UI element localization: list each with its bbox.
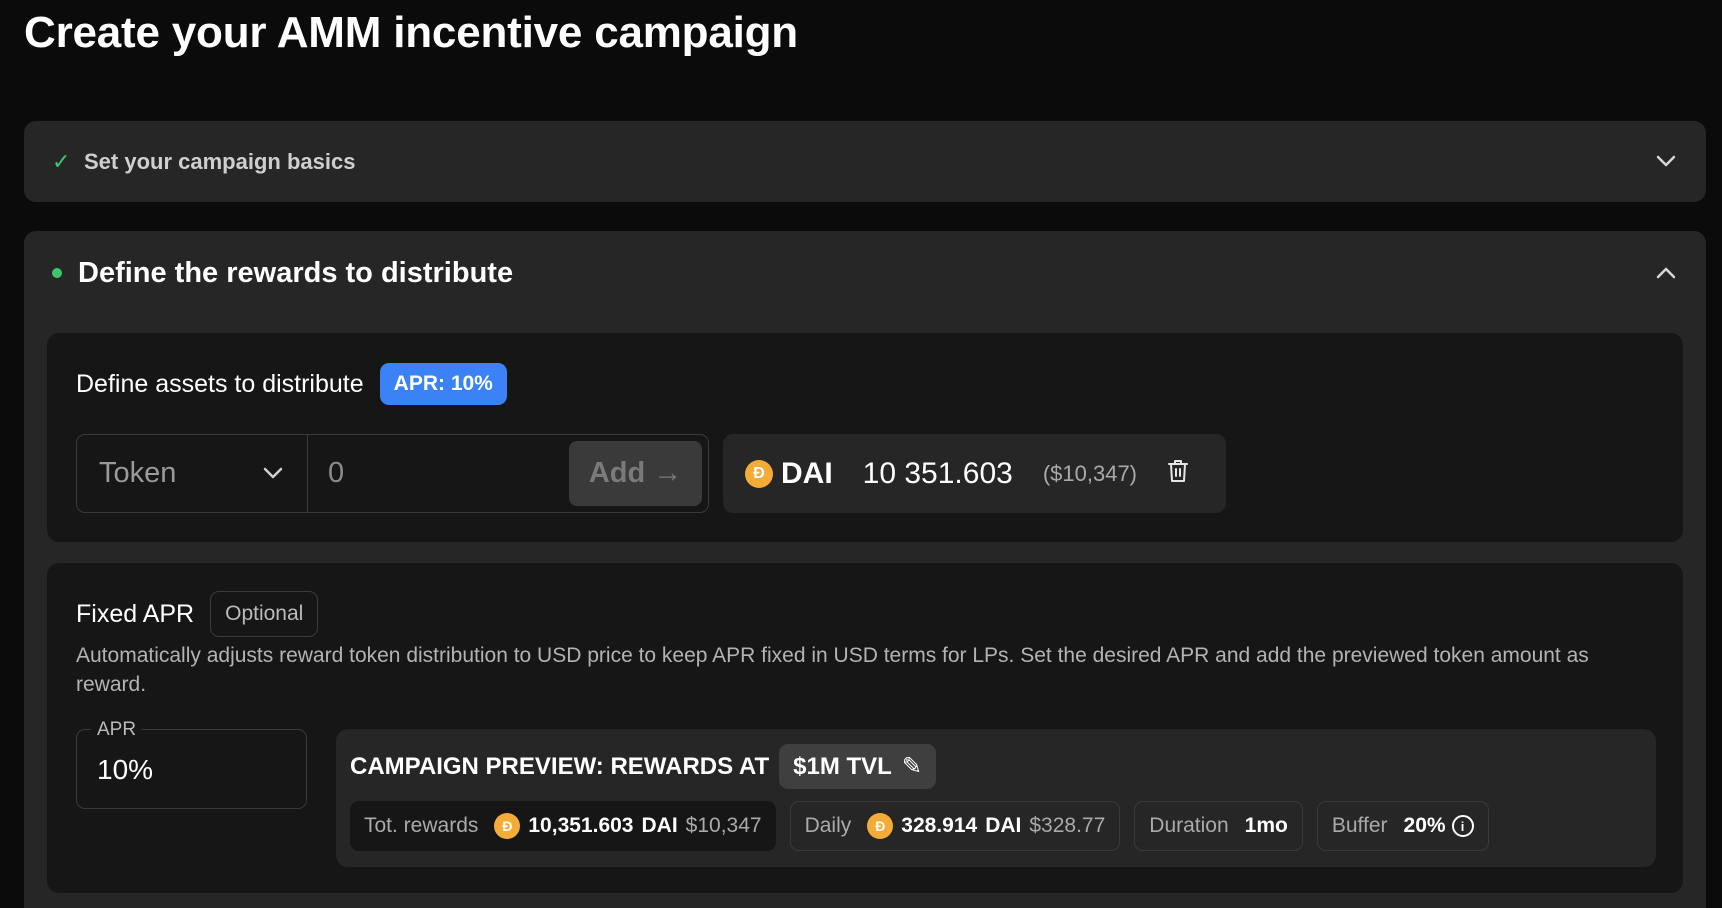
add-button-label: Add: [588, 457, 646, 489]
fixed-apr-panel: Fixed APR Optional Automatically adjusts…: [47, 563, 1683, 893]
fixed-apr-header: Fixed APR Optional: [76, 591, 319, 637]
campaign-preview-header: CAMPAIGN PREVIEW: REWARDS AT $1M TVL ✎: [350, 744, 936, 789]
reward-token-symbol: DAI: [781, 456, 833, 490]
campaign-preview: CAMPAIGN PREVIEW: REWARDS AT $1M TVL ✎ T…: [336, 729, 1656, 867]
tvl-value: $1M TVL: [793, 752, 892, 780]
stat-label: Tot. rewards: [364, 814, 479, 837]
stat-unit: DAI: [641, 814, 678, 837]
trash-icon[interactable]: [1167, 459, 1189, 489]
stat-value: 1mo: [1244, 814, 1288, 837]
stat-usd: $10,347: [685, 814, 762, 837]
active-step-dot: [52, 268, 62, 278]
stat-daily: Daily Đ 328.914 DAI $328.77: [789, 801, 1121, 851]
campaign-preview-title: CAMPAIGN PREVIEW: REWARDS AT: [350, 752, 770, 780]
apr-input-value[interactable]: 10%: [97, 754, 153, 786]
stat-label: Daily: [804, 814, 852, 837]
check-icon: ✓: [52, 148, 71, 174]
reward-token-amount: 10 351.603: [862, 456, 1013, 490]
step-campaign-basics[interactable]: ✓ Set your campaign basics: [24, 121, 1706, 202]
apr-input-label: APR: [91, 719, 143, 741]
token-input-group: Token 0 Add →: [76, 434, 709, 513]
stat-label: Duration: [1149, 814, 1229, 837]
token-select[interactable]: Token: [77, 435, 308, 512]
arrow-right-icon: →: [653, 457, 683, 489]
apr-badge: APR: 10%: [379, 363, 507, 405]
reward-token-chip: Đ DAI 10 351.603 ($10,347): [723, 434, 1226, 513]
stat-unit: DAI: [985, 814, 1022, 837]
stat-buffer: Buffer 20% i: [1316, 801, 1489, 851]
apr-input-field[interactable]: APR 10%: [76, 719, 307, 809]
chevron-up-icon[interactable]: [1654, 262, 1678, 285]
chevron-down-icon: [261, 462, 285, 485]
assets-panel: Define assets to distribute APR: 10% Tok…: [47, 333, 1683, 542]
dai-icon: Đ: [494, 813, 521, 839]
add-button[interactable]: Add →: [569, 441, 702, 506]
amount-input[interactable]: 0: [308, 435, 563, 512]
stat-value: 20%: [1403, 814, 1446, 837]
stat-amount: 328.914: [901, 814, 978, 837]
info-icon[interactable]: i: [1451, 815, 1474, 837]
step-define-rewards-header[interactable]: Define the rewards to distribute: [24, 231, 1706, 315]
fixed-apr-description: Automatically adjusts reward token distr…: [76, 644, 1589, 696]
stat-amount: 10,351.603: [528, 814, 634, 837]
chevron-down-icon[interactable]: [1654, 150, 1678, 173]
page: Create your AMM incentive campaign ✓ Set…: [0, 0, 1722, 908]
step-define-rewards: Define the rewards to distribute Define …: [24, 231, 1706, 908]
tvl-edit-chip[interactable]: $1M TVL ✎: [779, 744, 936, 789]
token-select-label: Token: [99, 457, 177, 489]
pencil-icon: ✎: [901, 753, 922, 780]
step-define-rewards-label: Define the rewards to distribute: [78, 256, 514, 289]
preview-stats: Tot. rewards Đ 10,351.603 DAI $10,347 Da…: [350, 801, 1489, 851]
page-title: Create your AMM incentive campaign: [24, 8, 798, 57]
dai-icon: Đ: [867, 813, 894, 839]
stat-total-rewards: Tot. rewards Đ 10,351.603 DAI $10,347: [350, 801, 776, 851]
dai-icon: Đ: [745, 459, 773, 488]
assets-header: Define assets to distribute APR: 10%: [76, 363, 507, 405]
assets-title: Define assets to distribute: [76, 369, 364, 398]
stat-usd: $328.77: [1029, 814, 1106, 837]
stat-label: Buffer: [1331, 814, 1388, 837]
fixed-apr-title: Fixed APR: [76, 599, 195, 628]
reward-token-usd: ($10,347): [1042, 460, 1138, 486]
stat-duration: Duration 1mo: [1134, 801, 1303, 851]
step-campaign-basics-label: Set your campaign basics: [84, 148, 356, 174]
optional-badge: Optional: [210, 591, 319, 637]
